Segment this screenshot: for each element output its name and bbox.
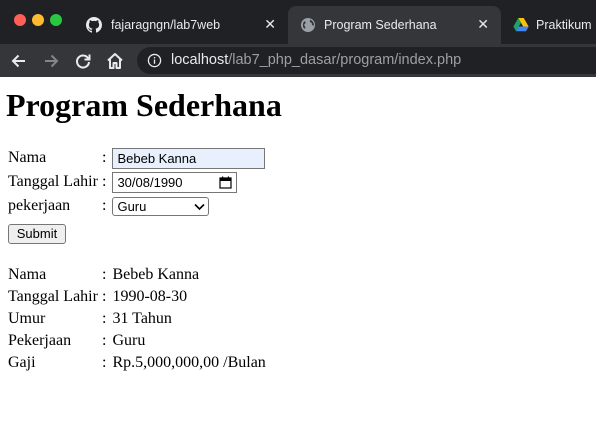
tanggal-cell: 30/08/1990: [112, 171, 265, 193]
tab-github[interactable]: fajaragngn/lab7web ✕: [78, 6, 288, 44]
result-row: Gaji : Rp.5,000,000,00 /Bulan: [8, 353, 266, 373]
url-text: localhost/lab7_php_dasar/program/index.p…: [171, 52, 461, 68]
pekerjaan-cell: Guru: [112, 195, 265, 217]
submit-button[interactable]: Submit: [8, 224, 66, 244]
url-host: localhost: [171, 52, 229, 68]
input-form: Nama : Tanggal Lahir : 30/08/1990: [6, 145, 267, 219]
window-zoom-button[interactable]: [50, 14, 62, 26]
window-minimize-button[interactable]: [32, 14, 44, 26]
window-close-button[interactable]: [14, 14, 26, 26]
separator: :: [102, 173, 107, 190]
tab-close-icon[interactable]: ✕: [264, 17, 276, 31]
result-row: Pekerjaan : Guru: [8, 331, 266, 351]
nama-input[interactable]: [112, 147, 266, 169]
reload-icon[interactable]: [72, 50, 94, 72]
result-table: Nama : Bebeb Kanna Tanggal Lahir : 1990-…: [6, 263, 268, 375]
result-row: Umur : 31 Tahun: [8, 309, 266, 329]
page-content: Program Sederhana Nama : Tanggal Lahir :…: [0, 77, 596, 448]
separator: :: [102, 310, 107, 327]
browser-toolbar: localhost/lab7_php_dasar/program/index.p…: [0, 44, 596, 77]
tab-program-sederhana[interactable]: Program Sederhana ✕: [288, 6, 501, 44]
separator: :: [102, 332, 107, 349]
result-label: Nama: [8, 266, 47, 283]
separator: :: [102, 288, 107, 305]
site-info-icon[interactable]: [147, 53, 162, 68]
address-bar[interactable]: localhost/lab7_php_dasar/program/index.p…: [137, 47, 596, 74]
google-drive-icon: [513, 18, 529, 32]
separator: :: [102, 149, 107, 166]
result-row: Nama : Bebeb Kanna: [8, 265, 266, 285]
nama-cell: [112, 147, 266, 169]
globe-icon: [301, 18, 315, 32]
result-label: Pekerjaan: [8, 332, 72, 349]
separator: :: [102, 266, 107, 283]
separator: :: [102, 354, 107, 371]
result-label: Umur: [8, 310, 46, 327]
github-icon: [86, 17, 102, 33]
tab-close-icon[interactable]: ✕: [477, 17, 489, 31]
home-icon[interactable]: [104, 50, 126, 72]
form-row-tanggal: Tanggal Lahir : 30/08/1990: [8, 171, 265, 193]
tab-title: fajaragngn/lab7web: [111, 18, 221, 32]
result-label: Gaji: [8, 354, 36, 371]
forward-arrow-icon[interactable]: [40, 50, 62, 72]
date-value: 30/08/1990: [117, 174, 183, 190]
form-row-nama: Nama :: [8, 147, 266, 169]
separator: :: [102, 197, 107, 214]
pekerjaan-label: pekerjaan: [8, 197, 71, 214]
result-value: 1990-08-30: [112, 288, 188, 305]
tanggal-lahir-label: Tanggal Lahir: [8, 173, 98, 190]
result-row: Tanggal Lahir : 1990-08-30: [8, 287, 266, 307]
url-path: /lab7_php_dasar/program/index.php: [228, 52, 462, 68]
result-value: Rp.5,000,000,00 /Bulan: [112, 354, 266, 371]
tab-strip: fajaragngn/lab7web ✕ Program Sederhana ✕…: [0, 0, 596, 44]
tanggal-lahir-date-input[interactable]: 30/08/1990: [112, 171, 238, 193]
page-title: Program Sederhana: [6, 87, 282, 123]
back-arrow-icon[interactable]: [8, 50, 30, 72]
result-value: Bebeb Kanna: [112, 266, 200, 283]
tab-title: Program Sederhana: [324, 18, 437, 32]
calendar-icon[interactable]: [219, 176, 233, 189]
tab-praktikum[interactable]: Praktikum: [501, 6, 596, 44]
result-value: Guru: [112, 332, 146, 349]
result-value: 31 Tahun: [112, 310, 172, 327]
nama-label: Nama: [8, 149, 47, 166]
tab-title: Praktikum: [536, 18, 592, 32]
select-value: Guru: [117, 198, 147, 214]
result-label: Tanggal Lahir: [8, 288, 98, 305]
form-row-pekerjaan: pekerjaan : Guru: [8, 195, 265, 217]
pekerjaan-select[interactable]: Guru: [112, 196, 210, 216]
chevron-down-icon: [194, 203, 206, 210]
